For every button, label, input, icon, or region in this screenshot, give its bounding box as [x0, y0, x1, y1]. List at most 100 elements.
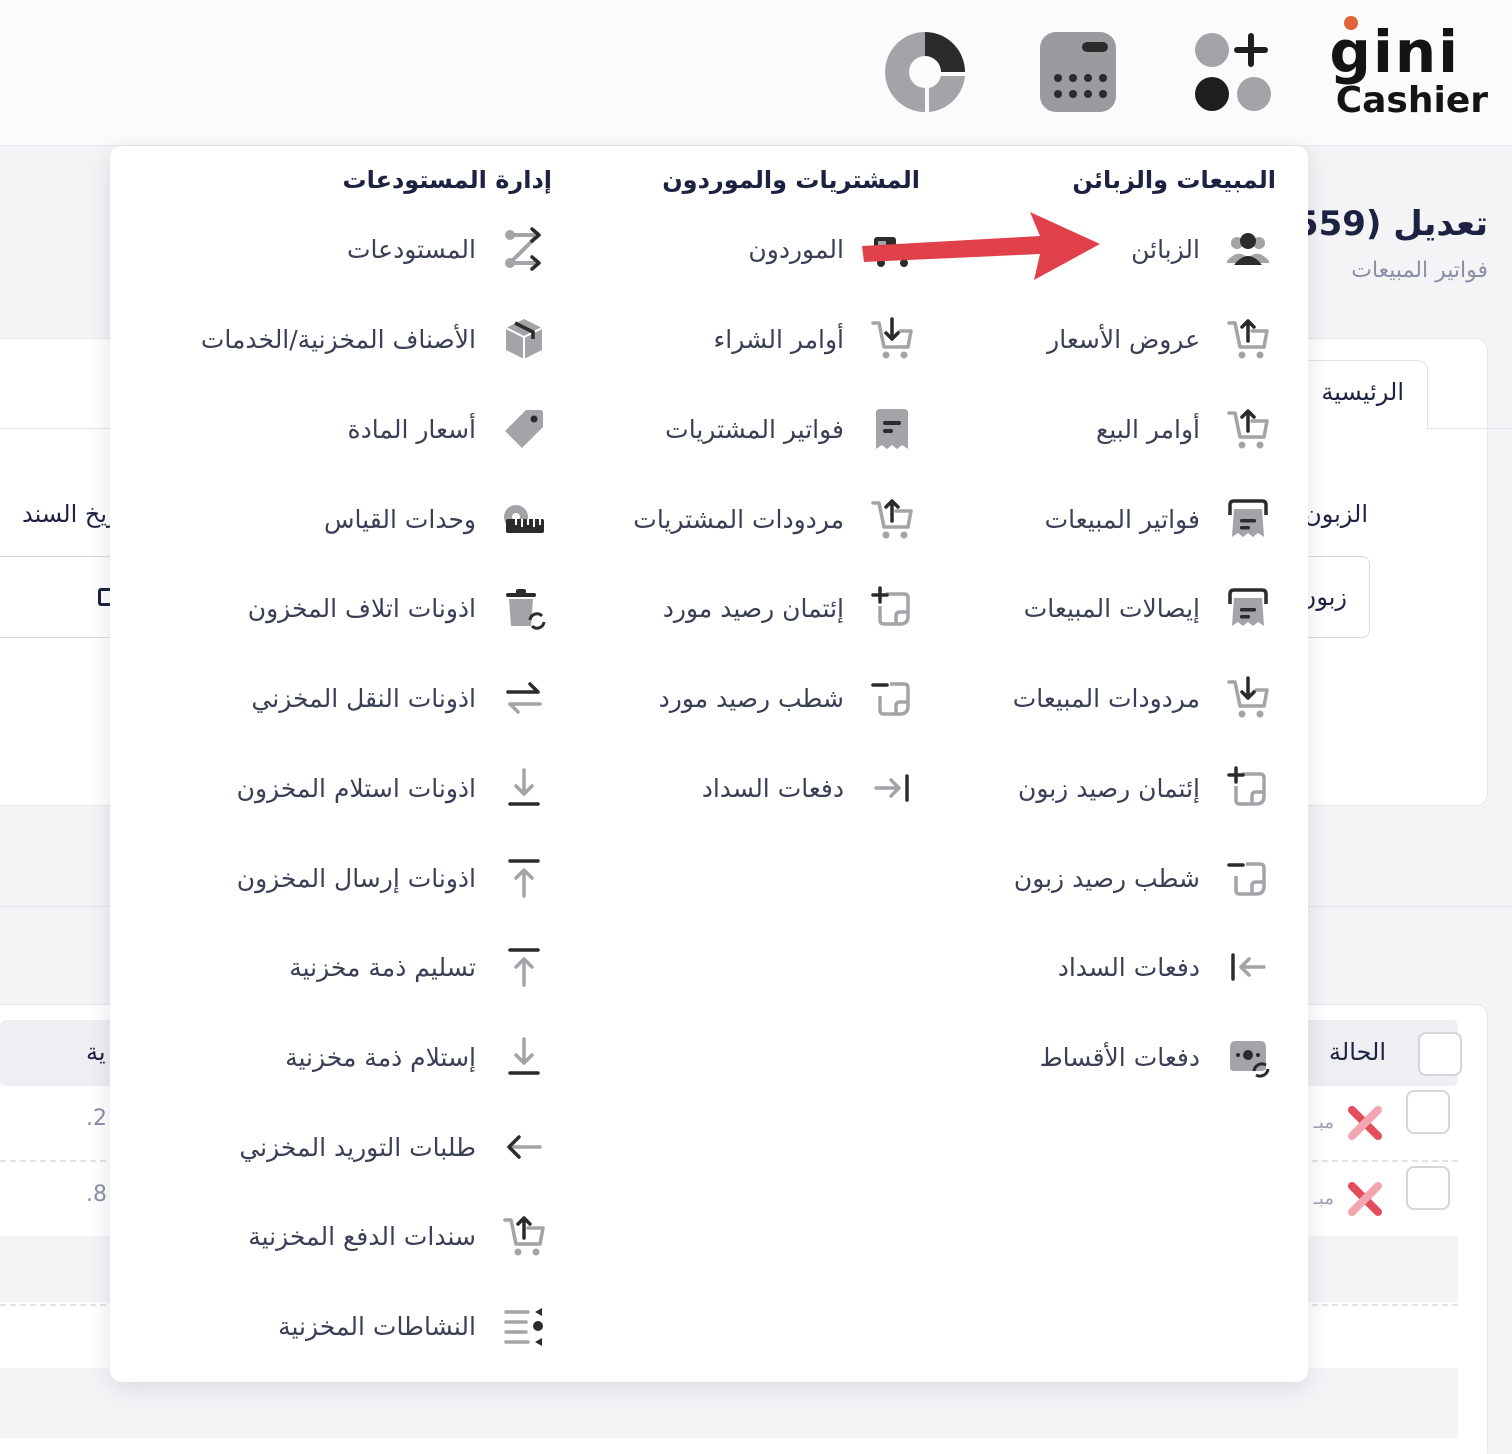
menu-item-supplier-payments[interactable]: دفعات السداد [702, 760, 920, 816]
breadcrumb[interactable]: فواتير المبيعات [1351, 258, 1488, 283]
row-amount: 2. [86, 1106, 107, 1131]
select-all-checkbox[interactable] [1418, 1032, 1462, 1076]
menu-item-custody-deliver[interactable]: تسليم ذمة مخزنية [289, 939, 552, 995]
cart-upload-icon [1220, 401, 1276, 457]
menu-item-purchase-returns[interactable]: مردودات المشتريات [633, 491, 920, 547]
customers-icon [1220, 221, 1276, 277]
menu-item-customer-writeoff[interactable]: شطب رصيد زبون [1014, 850, 1276, 906]
menu-item-quotations[interactable]: عروض الأسعار [1047, 311, 1276, 367]
menu-item-stock-items[interactable]: الأصناف المخزنية/الخدمات [201, 311, 552, 367]
menu-item-label: أوامر الشراء [713, 324, 844, 354]
menu-item-supplier-writeoff[interactable]: شطب رصيد مورد [659, 670, 920, 726]
menu-item-label: عروض الأسعار [1047, 324, 1200, 354]
menu-column-purchases: المشتريات والموردون الموردون أوامر الشرا… [540, 146, 920, 1382]
menu-item-label: تسليم ذمة مخزنية [289, 952, 476, 982]
logo-mark: gini [1329, 18, 1460, 86]
menu-item-label: اذونات إرسال المخزون [236, 863, 476, 893]
installments-icon [1220, 1029, 1276, 1085]
menu-column-title: المبيعات والزبائن [1072, 166, 1276, 194]
menu-item-item-prices[interactable]: أسعار المادة [348, 401, 552, 457]
menu-item-label: شطب رصيد مورد [658, 683, 844, 713]
menu-item-sales-invoices[interactable]: فواتير المبيعات [1045, 491, 1276, 547]
menu-item-label: إستلام ذمة مخزنية [285, 1042, 476, 1072]
credit-remove-icon [1220, 850, 1276, 906]
upload-bar-icon [496, 850, 552, 906]
transfer-arrows-icon [496, 670, 552, 726]
menu-item-label: إئتمان رصيد زبون [1017, 773, 1200, 803]
menu-item-label: الأصناف المخزنية/الخدمات [200, 324, 476, 354]
tab-main-label: الرئيسية [1321, 378, 1404, 406]
pie-chart-icon[interactable] [883, 30, 967, 114]
credit-add-icon [864, 580, 920, 636]
menu-item-stock-transfer[interactable]: اذونات النقل المخزني [251, 670, 552, 726]
menu-column-title: إدارة المستودعات [342, 166, 552, 194]
apps-plus-icon[interactable] [1192, 30, 1276, 114]
menu-item-stock-receive[interactable]: اذونات استلام المخزون [237, 760, 552, 816]
mega-menu: المبيعات والزبائن الزبائن عروض الأسعار أ… [110, 146, 1308, 1382]
menu-item-stock-damage[interactable]: اذونات اتلاف المخزون [248, 580, 552, 636]
status-column-header[interactable]: الحالة [1329, 1038, 1386, 1066]
menu-item-label: اذونات النقل المخزني [251, 683, 476, 713]
menu-item-purchase-orders[interactable]: أوامر الشراء [714, 311, 920, 367]
menu-item-label: دفعات الأقساط [1039, 1042, 1200, 1072]
cancelled-x-icon [1348, 1106, 1382, 1140]
cancelled-x-icon [1348, 1182, 1382, 1216]
supplier-truck-icon [864, 221, 920, 277]
measuring-tape-icon [496, 491, 552, 547]
trash-refresh-icon [496, 580, 552, 636]
upload-bar-icon [496, 939, 552, 995]
menu-item-label: وحدات القياس [324, 504, 476, 534]
menu-item-label: شطب رصيد زبون [1013, 863, 1200, 893]
cart-upload-icon [496, 1208, 552, 1264]
menu-column-sales: المبيعات والزبائن الزبائن عروض الأسعار أ… [896, 146, 1276, 1382]
logo-text: Cashier [1335, 80, 1488, 121]
menu-item-supply-requests[interactable]: طلبات التوريد المخزني [239, 1119, 552, 1175]
menu-item-sales-receipts[interactable]: إيصالات المبيعات [1024, 580, 1276, 636]
menu-item-label: المستودعات [347, 234, 476, 264]
calculator-icon[interactable] [1036, 30, 1120, 114]
menu-item-label: طلبات التوريد المخزني [239, 1132, 476, 1162]
top-header: gini Cashier [0, 0, 1512, 146]
gini-cashier-logo[interactable]: gini Cashier [1329, 14, 1488, 124]
menu-item-units[interactable]: وحدات القياس [324, 491, 552, 547]
menu-item-supplier-credit[interactable]: إئتمان رصيد مورد [663, 580, 920, 636]
menu-item-installments[interactable]: دفعات الأقساط [1040, 1029, 1276, 1085]
menu-item-suppliers[interactable]: الموردون [748, 221, 920, 277]
payment-out-icon [864, 760, 920, 816]
menu-item-customers[interactable]: الزبائن [1131, 221, 1276, 277]
menu-item-label: أوامر البيع [1095, 414, 1200, 444]
cart-download-icon [1220, 670, 1276, 726]
row-amount: 8. [86, 1182, 107, 1207]
page-title: تعديل (559 [1294, 204, 1488, 244]
column-header[interactable]: ية [86, 1038, 106, 1066]
menu-item-stock-send[interactable]: اذونات إرسال المخزون [237, 850, 552, 906]
menu-item-sales-returns[interactable]: مردودات المبيعات [1013, 670, 1276, 726]
menu-column-title: المشتريات والموردون [662, 166, 920, 194]
menu-item-label: أسعار المادة [347, 414, 476, 444]
row-checkbox[interactable] [1406, 1090, 1450, 1134]
menu-item-label: فواتير المبيعات [1044, 504, 1200, 534]
menu-item-label: إيصالات المبيعات [1023, 593, 1200, 623]
menu-item-label: إئتمان رصيد مورد [662, 593, 844, 623]
row-checkbox[interactable] [1406, 1166, 1450, 1210]
menu-item-customer-payments[interactable]: دفعات السداد [1058, 939, 1276, 995]
menu-item-stock-activities[interactable]: النشاطات المخزنية [278, 1298, 552, 1354]
arrow-left-icon [496, 1119, 552, 1175]
menu-item-label: دفعات السداد [1057, 952, 1200, 982]
warehouse-route-icon [496, 221, 552, 277]
customer-label: الزبون [1304, 500, 1368, 528]
menu-item-custody-receive[interactable]: إستلام ذمة مخزنية [285, 1029, 552, 1085]
menu-item-customer-credit[interactable]: إئتمان رصيد زبون [1018, 760, 1276, 816]
menu-item-stock-payment-vouchers[interactable]: سندات الدفع المخزنية [248, 1208, 552, 1264]
menu-item-label: اذونات استلام المخزون [236, 773, 476, 803]
menu-item-label: اذونات اتلاف المخزون [247, 593, 476, 623]
download-tray-icon [496, 760, 552, 816]
menu-item-warehouses[interactable]: المستودعات [347, 221, 552, 277]
credit-remove-icon [864, 670, 920, 726]
menu-column-warehouses: إدارة المستودعات المستودعات الأصناف المخ… [172, 146, 552, 1382]
download-tray-icon [496, 1029, 552, 1085]
menu-item-purchase-invoices[interactable]: فواتير المشتريات [665, 401, 920, 457]
menu-item-sales-orders[interactable]: أوامر البيع [1096, 401, 1276, 457]
menu-item-label: الزبائن [1131, 234, 1200, 264]
box-icon [496, 311, 552, 367]
